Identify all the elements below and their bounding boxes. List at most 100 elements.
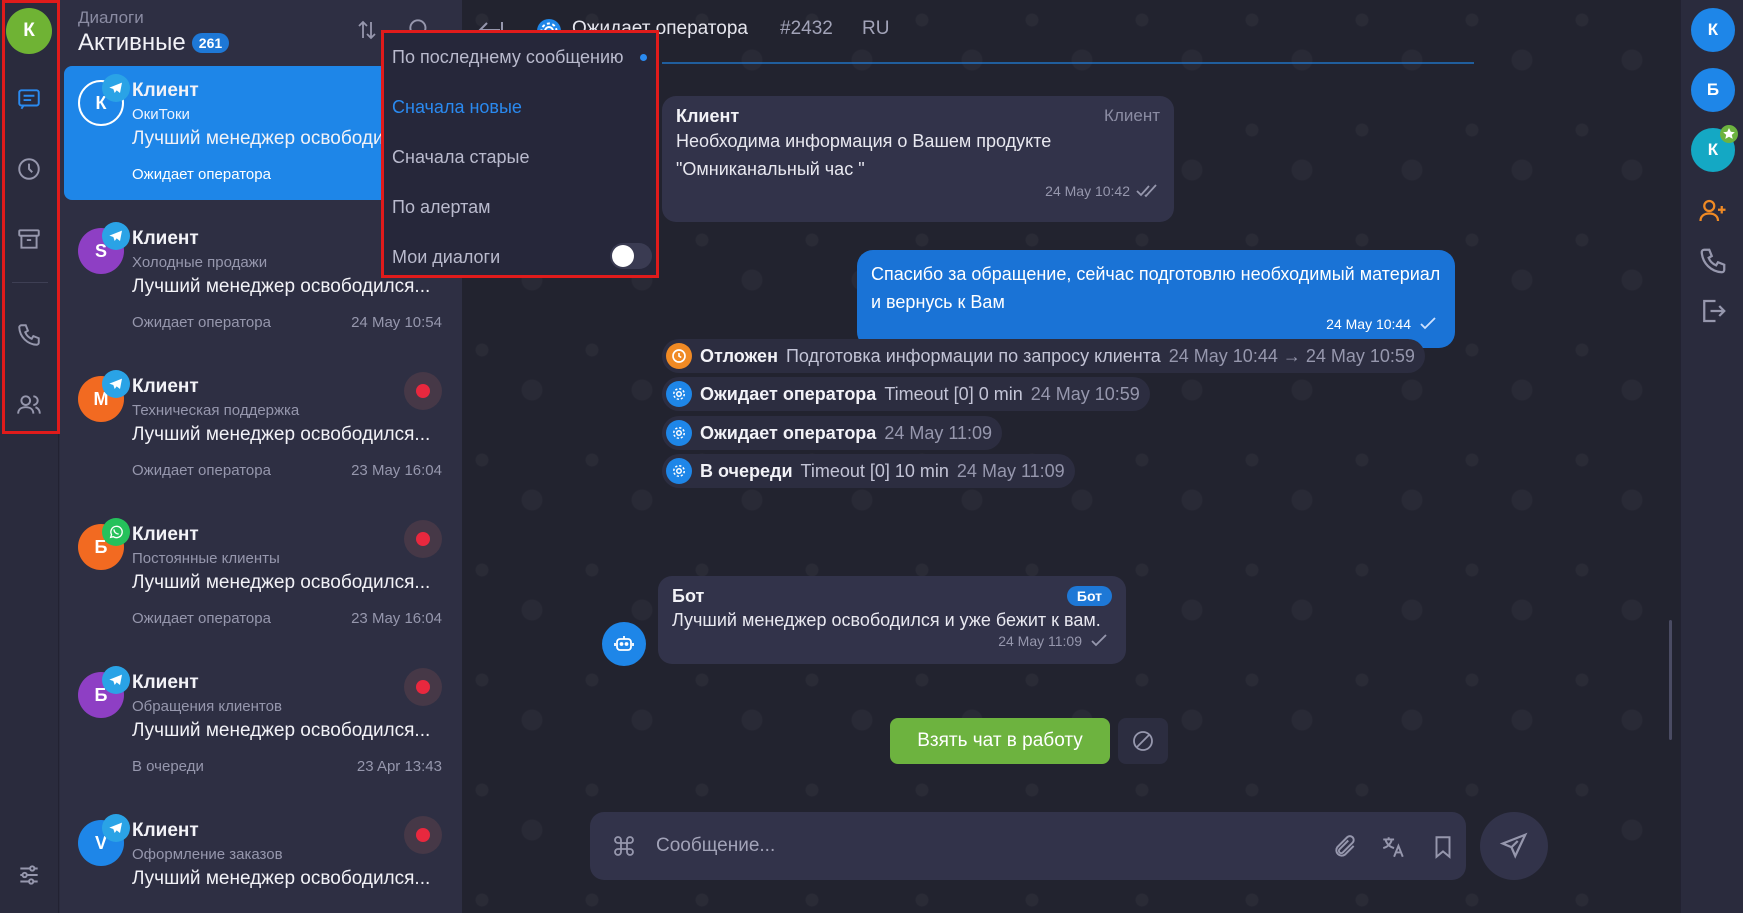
toggle-knob — [612, 245, 634, 267]
take-chat-button[interactable]: Взять чат в работу — [890, 718, 1110, 764]
dialog-last-message: Лучший менеджер освободи — [132, 128, 384, 149]
message-text: Спасибо за обращение, сейчас подготовлю … — [871, 264, 1441, 312]
dialog-status: В очереди — [132, 758, 204, 775]
dialog-group: Обращения клиентов — [132, 698, 282, 715]
dialog-list-header: Диалоги Активные 261 — [78, 8, 230, 57]
alert-indicator — [404, 520, 442, 558]
status-event: Ожидает оператора Timeout [0] 0 min 24 May… — [662, 377, 1150, 411]
translate-icon[interactable] — [1380, 834, 1406, 860]
message-meta: 24 May 10:44 — [871, 316, 1441, 332]
dialog-group: Оформление заказов — [132, 846, 283, 863]
dialog-name: Клиент — [132, 228, 199, 249]
operator-message: Спасибо за обращение, сейчас подготовлю … — [857, 250, 1455, 348]
chat-id: #2432 — [780, 18, 833, 39]
dialog-last-message: Лучший менеджер освободился... — [132, 868, 431, 889]
phone-icon[interactable] — [12, 318, 46, 352]
alert-indicator — [404, 372, 442, 410]
my-dialogs-toggle[interactable] — [610, 243, 652, 269]
dialog-status: Ожидает оператора — [132, 462, 271, 479]
message-time: 24 May 11:09 — [998, 633, 1082, 649]
event-time: 24 May 10:59 — [1030, 383, 1140, 404]
operator-avatar[interactable]: К — [1691, 8, 1735, 52]
history-clock-icon[interactable] — [12, 152, 46, 186]
check-icon — [1091, 634, 1107, 647]
operator-avatar[interactable]: К — [1691, 125, 1738, 172]
sort-option-newest[interactable]: Сначала новые — [392, 97, 522, 118]
dialog-name: Клиент — [132, 672, 199, 693]
decline-button[interactable] — [1118, 718, 1168, 764]
whatsapp-icon — [102, 518, 130, 546]
dialog-group: Холодные продажи — [132, 254, 268, 271]
dialog-item[interactable]: Б Клиент Обращения клиентов Лучший менеджер… — [64, 658, 462, 792]
scrollbar[interactable] — [1669, 620, 1672, 740]
double-check-icon — [1136, 184, 1157, 198]
attach-paperclip-icon[interactable] — [1332, 834, 1358, 860]
dialog-time: 23 Apr 13:43 — [356, 758, 442, 775]
dialog-last-message: Лучший менеджер освободился... — [132, 720, 431, 741]
bookmark-icon[interactable] — [1430, 834, 1456, 860]
add-user-icon[interactable] — [1698, 196, 1728, 226]
alert-indicator — [404, 668, 442, 706]
send-button[interactable] — [1480, 812, 1548, 880]
dialog-item[interactable]: Б Клиент Постоянные клиенты Лучший менеджер… — [64, 510, 462, 644]
dialog-name: Клиент — [132, 524, 199, 545]
operator-avatar[interactable]: Б — [1691, 68, 1735, 112]
sort-dropdown: По последнему сообщению Сначала новые Сн… — [381, 30, 659, 278]
message-text: Необходима информация о Вашем продукте "… — [676, 131, 1052, 179]
gear-icon — [666, 420, 692, 446]
client-message: Клиент Клиент Необходима информация о Ва… — [662, 96, 1174, 222]
gear-icon — [666, 381, 692, 407]
chats-icon[interactable] — [12, 82, 46, 116]
left-rail: К — [0, 0, 60, 913]
event-title: Ожидает оператора — [700, 383, 877, 404]
message-composer — [590, 812, 1466, 880]
contacts-icon[interactable] — [12, 388, 46, 422]
command-icon[interactable] — [612, 834, 636, 858]
dialog-time: 23 May 16:04 — [351, 610, 442, 627]
dialog-name: Клиент — [132, 80, 199, 101]
event-time: 24 May 11:09 — [884, 422, 993, 443]
telegram-icon — [102, 74, 130, 102]
event-detail: Timeout [0] 0 min — [884, 383, 1023, 404]
event-detail: Подготовка информации по запросу клиента — [785, 345, 1161, 366]
event-time: 24 May 11:09 — [956, 460, 1065, 481]
dialog-item[interactable]: V Клиент Оформление заказов Лучший менеджер… — [64, 806, 462, 913]
operator-avatar-initial: К — [1707, 140, 1719, 159]
dialog-status: Ожидает оператора — [132, 610, 271, 627]
exit-icon[interactable] — [1698, 296, 1728, 326]
dialog-last-message: Лучший менеджер освободился... — [132, 276, 431, 297]
send-icon — [1499, 832, 1528, 859]
event-title: Отложен — [700, 345, 778, 366]
dialog-time: 24 May 10:54 — [351, 314, 442, 331]
sort-option-oldest[interactable]: Сначала старые — [392, 147, 529, 168]
status-event: Отложен Подготовка информации по запросу … — [662, 339, 1425, 373]
sort-option-last-message[interactable]: По последнему сообщению — [392, 47, 624, 68]
message-time: 24 May 10:42 — [1045, 183, 1130, 199]
dialog-status: Ожидает оператора — [132, 314, 271, 331]
clock-icon — [666, 343, 692, 369]
bot-badge: Бот — [1066, 586, 1112, 606]
archive-icon[interactable] — [12, 222, 46, 256]
block-icon — [1133, 731, 1153, 751]
phone-icon[interactable] — [1698, 246, 1728, 276]
sort-icon[interactable] — [355, 18, 379, 42]
message-time: 24 May 10:44 — [1326, 316, 1411, 332]
dialog-group: Постоянные клиенты — [132, 550, 280, 567]
dialog-name: Клиент — [132, 820, 199, 841]
dialog-time: 23 May 16:04 — [351, 462, 442, 479]
dialog-last-message: Лучший менеджер освободился... — [132, 424, 431, 445]
telegram-icon — [102, 814, 130, 842]
telegram-icon — [102, 666, 130, 694]
message-role: Клиент — [1104, 106, 1160, 125]
message-input[interactable] — [656, 830, 1216, 862]
star-badge-icon — [1720, 125, 1738, 143]
sort-option-alerts[interactable]: По алертам — [392, 197, 491, 218]
dialog-group: Техническая поддержка — [132, 402, 300, 419]
telegram-icon — [102, 222, 130, 250]
dialog-item[interactable]: M Клиент Техническая поддержка Лучший менед… — [64, 362, 462, 496]
dialog-last-message: Лучший менеджер освободился... — [132, 572, 431, 593]
selected-dot — [640, 54, 647, 61]
message-meta: 24 May 10:42 — [676, 183, 1160, 199]
event-title: Ожидает оператора — [700, 422, 877, 443]
filters-sliders-icon[interactable] — [12, 858, 46, 892]
